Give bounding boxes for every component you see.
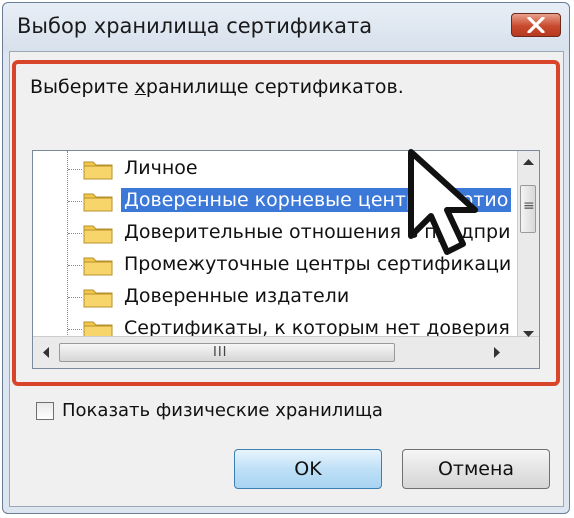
- tree-branch: [68, 169, 82, 170]
- close-button[interactable]: [511, 13, 561, 37]
- vscroll-grip: ≡: [523, 198, 535, 214]
- vertical-scroll-thumb[interactable]: ≡: [520, 185, 536, 233]
- cancel-button[interactable]: Отмена: [402, 449, 550, 489]
- tree-branch: [68, 297, 82, 298]
- prompt-hotkey: х: [134, 76, 146, 98]
- folder-icon: [83, 257, 113, 276]
- folder-icon: [83, 289, 113, 308]
- folder-icon: [83, 161, 113, 180]
- vertical-scrollbar[interactable]: ≡: [517, 151, 539, 336]
- folder-icon: [83, 193, 113, 212]
- prompt-suffix: ранилище сертификатов.: [145, 76, 404, 98]
- folder-icon: [83, 225, 113, 244]
- tree-branch: [68, 265, 82, 266]
- tree-item-label: Личное: [124, 157, 198, 179]
- tree-item-label: Доверенные издатели: [124, 285, 350, 307]
- certificate-store-dialog: Выбор хранилища сертификата Выберите хра…: [2, 2, 570, 514]
- window-title: Выбор хранилища сертификата: [17, 14, 373, 38]
- show-physical-checkbox[interactable]: [36, 402, 54, 420]
- scroll-up-icon[interactable]: [523, 158, 534, 166]
- tree-branch: [68, 329, 82, 330]
- title-bar: Выбор хранилища сертификата: [3, 3, 569, 51]
- hscroll-grip: III: [213, 345, 228, 360]
- ok-button[interactable]: OK: [234, 449, 382, 489]
- prompt-text: Выберите хранилище сертификатов.: [30, 76, 404, 98]
- scroll-right-icon[interactable]: [493, 347, 501, 358]
- mouse-pointer-icon: [408, 149, 478, 255]
- tree-branch: [68, 233, 82, 234]
- tree-branch: [68, 201, 82, 202]
- tree-item-trusted-publishers[interactable]: Доверенные издатели: [33, 281, 513, 313]
- horizontal-scroll-thumb[interactable]: III: [59, 343, 395, 362]
- close-icon: [527, 17, 545, 33]
- scroll-left-icon[interactable]: [42, 347, 50, 358]
- scroll-down-icon[interactable]: [523, 330, 534, 338]
- show-physical-label: Показать физические хранилища: [62, 400, 383, 421]
- prompt-prefix: Выберите: [30, 76, 135, 98]
- dialog-body: Выберите хранилище сертификатов. Личное …: [9, 51, 564, 507]
- horizontal-scrollbar[interactable]: III: [33, 331, 539, 368]
